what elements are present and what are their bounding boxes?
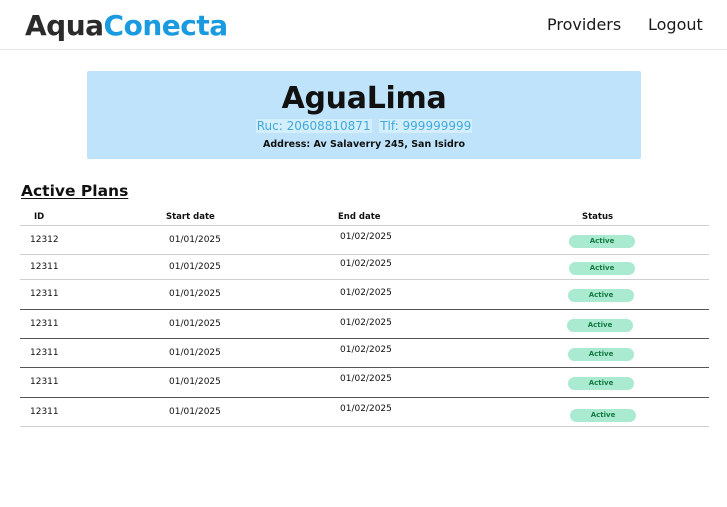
active-plans-table: ID Start date End date Status 12312 01/01… <box>20 208 709 427</box>
provider-ruc: Ruc: 20608810871 <box>255 119 372 133</box>
cell-start-date: 01/01/2025 <box>169 262 221 272</box>
cell-id: 12312 <box>30 235 59 245</box>
status-badge: Active <box>568 377 634 390</box>
section-title-active-plans: Active Plans <box>21 182 129 200</box>
column-header-status: Status <box>582 212 614 222</box>
cell-end-date: 01/02/2025 <box>340 374 392 384</box>
status-badge: Active <box>568 289 634 302</box>
nav-providers-link[interactable]: Providers <box>547 15 621 34</box>
cell-id: 12311 <box>30 319 59 329</box>
status-badge: Active <box>570 409 636 422</box>
cell-end-date: 01/02/2025 <box>340 404 392 414</box>
cell-start-date: 01/01/2025 <box>169 377 221 387</box>
cell-end-date: 01/02/2025 <box>340 259 392 269</box>
table-row[interactable]: 12311 01/01/2025 01/02/2025 Active <box>20 339 709 368</box>
cell-id: 12311 <box>30 377 59 387</box>
provider-name: AguaLima <box>281 81 447 116</box>
cell-id: 12311 <box>30 262 59 272</box>
cell-end-date: 01/02/2025 <box>340 232 392 242</box>
table-body: 12312 01/01/2025 01/02/2025 Active 12311 01/0… <box>20 226 709 427</box>
cell-start-date: 01/01/2025 <box>169 407 221 417</box>
cell-id: 12311 <box>30 407 59 417</box>
provider-phone: Tlf: 999999999 <box>379 119 473 133</box>
logo-part-conecta: Conecta <box>103 9 229 42</box>
table-row[interactable]: 12311 01/01/2025 01/02/2025 Active <box>20 310 709 339</box>
status-badge: Active <box>567 319 633 332</box>
provider-contact: Ruc: 20608810871 Tlf: 999999999 <box>87 119 641 133</box>
table-header-row: ID Start date End date Status <box>20 208 709 226</box>
nav-logout-link[interactable]: Logout <box>648 15 703 34</box>
column-header-start-date: Start date <box>166 212 215 222</box>
cell-id: 12311 <box>30 289 59 299</box>
table-row[interactable]: 12311 01/01/2025 01/02/2025 Active <box>20 280 709 310</box>
logo-part-aqua: Aqua <box>25 9 104 42</box>
table-row[interactable]: 12311 01/01/2025 01/02/2025 Active <box>20 255 709 280</box>
status-badge: Active <box>569 262 635 275</box>
table-row[interactable]: 12311 01/01/2025 01/02/2025 Active <box>20 398 709 427</box>
app-logo[interactable]: AquaConecta <box>25 9 228 42</box>
cell-end-date: 01/02/2025 <box>340 345 392 355</box>
status-badge: Active <box>569 235 635 248</box>
table-row[interactable]: 12312 01/01/2025 01/02/2025 Active <box>20 226 709 255</box>
cell-id: 12311 <box>30 348 59 358</box>
cell-start-date: 01/01/2025 <box>169 348 221 358</box>
cell-start-date: 01/01/2025 <box>169 319 221 329</box>
cell-start-date: 01/01/2025 <box>169 235 221 245</box>
column-header-id: ID <box>34 212 45 222</box>
table-row[interactable]: 12311 01/01/2025 01/02/2025 Active <box>20 368 709 398</box>
provider-info-card: AguaLima Ruc: 20608810871 Tlf: 999999999… <box>87 71 641 159</box>
cell-end-date: 01/02/2025 <box>340 318 392 328</box>
column-header-end-date: End date <box>338 212 381 222</box>
top-navbar: AquaConecta Providers Logout <box>0 0 727 50</box>
provider-address: Address: Av Salaverry 245, San Isidro <box>263 139 465 150</box>
cell-start-date: 01/01/2025 <box>169 289 221 299</box>
status-badge: Active <box>568 348 634 361</box>
cell-end-date: 01/02/2025 <box>340 288 392 298</box>
